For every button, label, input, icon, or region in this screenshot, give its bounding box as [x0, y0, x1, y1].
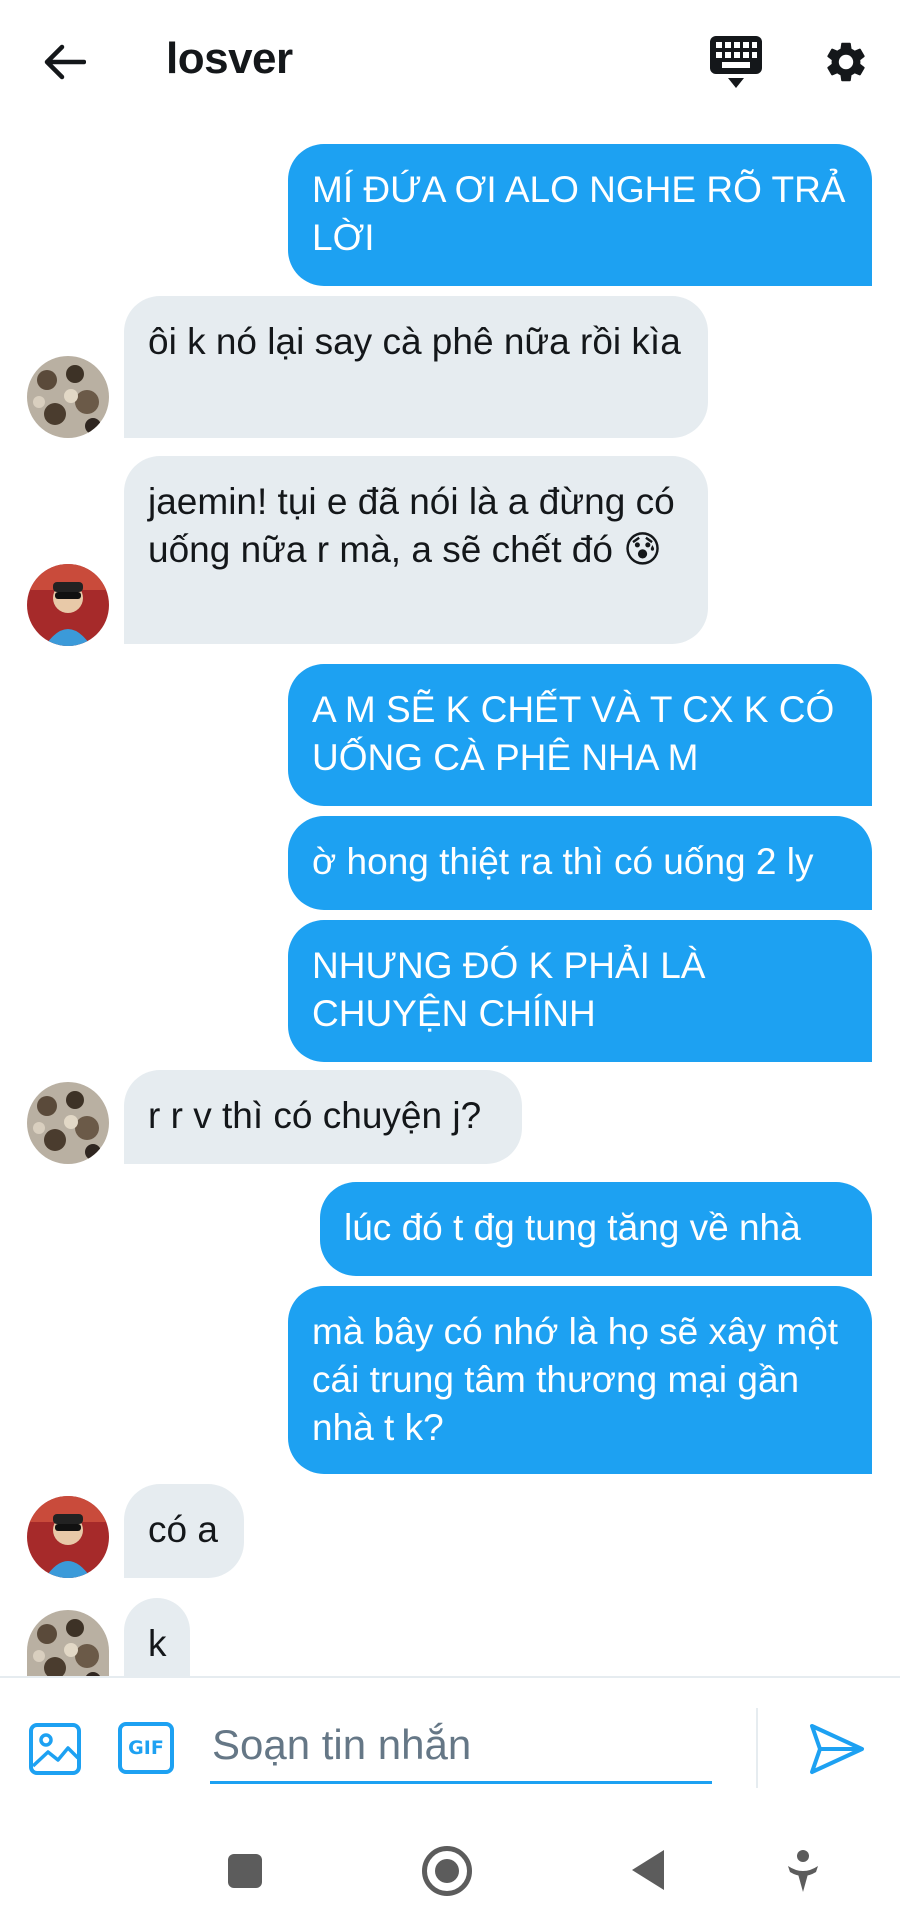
keyboard-shortcuts-button[interactable] [708, 32, 764, 90]
message-input[interactable] [210, 1708, 712, 1784]
settings-button[interactable] [818, 32, 874, 92]
message-bubble-incoming[interactable]: có a [124, 1484, 244, 1578]
message-bubble-outgoing[interactable]: lúc đó t đg tung tăng về nhà [320, 1182, 872, 1276]
divider [756, 1708, 758, 1788]
composer-bar: GIF [0, 1676, 900, 1826]
message-bubble-incoming[interactable]: k [124, 1598, 190, 1676]
send-button[interactable] [808, 1722, 866, 1776]
gif-label: GIF [128, 1737, 164, 1759]
avatar-leopard[interactable] [27, 356, 109, 438]
avatar-person[interactable] [27, 1496, 109, 1578]
send-icon [810, 1724, 864, 1774]
message-bubble-outgoing[interactable]: mà bây có nhớ là họ sẽ xây một cái trung… [288, 1286, 872, 1474]
keyboard-icon [710, 36, 762, 88]
back-button[interactable] [40, 32, 90, 92]
system-navigation-bar [0, 1826, 900, 1920]
avatar-leopard[interactable] [27, 1082, 109, 1164]
add-image-button[interactable] [28, 1722, 82, 1776]
message-bubble-incoming[interactable]: r r v thì có chuyện j? [124, 1070, 522, 1164]
image-icon [29, 1723, 81, 1775]
nav-back-icon[interactable] [632, 1850, 664, 1890]
message-bubble-outgoing[interactable]: NHƯNG ĐÓ K PHẢI LÀ CHUYỆN CHÍNH [288, 920, 872, 1062]
gif-button[interactable]: GIF [118, 1722, 174, 1774]
recent-apps-icon[interactable] [228, 1854, 262, 1888]
message-bubble-incoming[interactable]: jaemin! tụi e đã nói là a đừng có uống n… [124, 456, 708, 644]
message-bubble-outgoing[interactable]: A M SẼ K CHẾT VÀ T CX K CÓ UỐNG CÀ PHÊ N… [288, 664, 872, 806]
accessibility-icon[interactable] [786, 1848, 820, 1894]
avatar-leopard[interactable] [27, 1610, 109, 1676]
arrow-left-icon [44, 44, 86, 80]
conversation-title: losver [166, 34, 293, 83]
message-bubble-outgoing[interactable]: MÍ ĐỨA ƠI ALO NGHE RÕ TRẢ LỜI [288, 144, 872, 286]
home-icon[interactable] [422, 1846, 472, 1896]
chat-header: losver [0, 0, 900, 126]
avatar-person[interactable] [27, 564, 109, 646]
gear-icon [827, 42, 865, 82]
message-bubble-outgoing[interactable]: ờ hong thiệt ra thì có uống 2 ly [288, 816, 872, 910]
message-bubble-incoming[interactable]: ôi k nó lại say cà phê nữa rồi kìa [124, 296, 708, 438]
